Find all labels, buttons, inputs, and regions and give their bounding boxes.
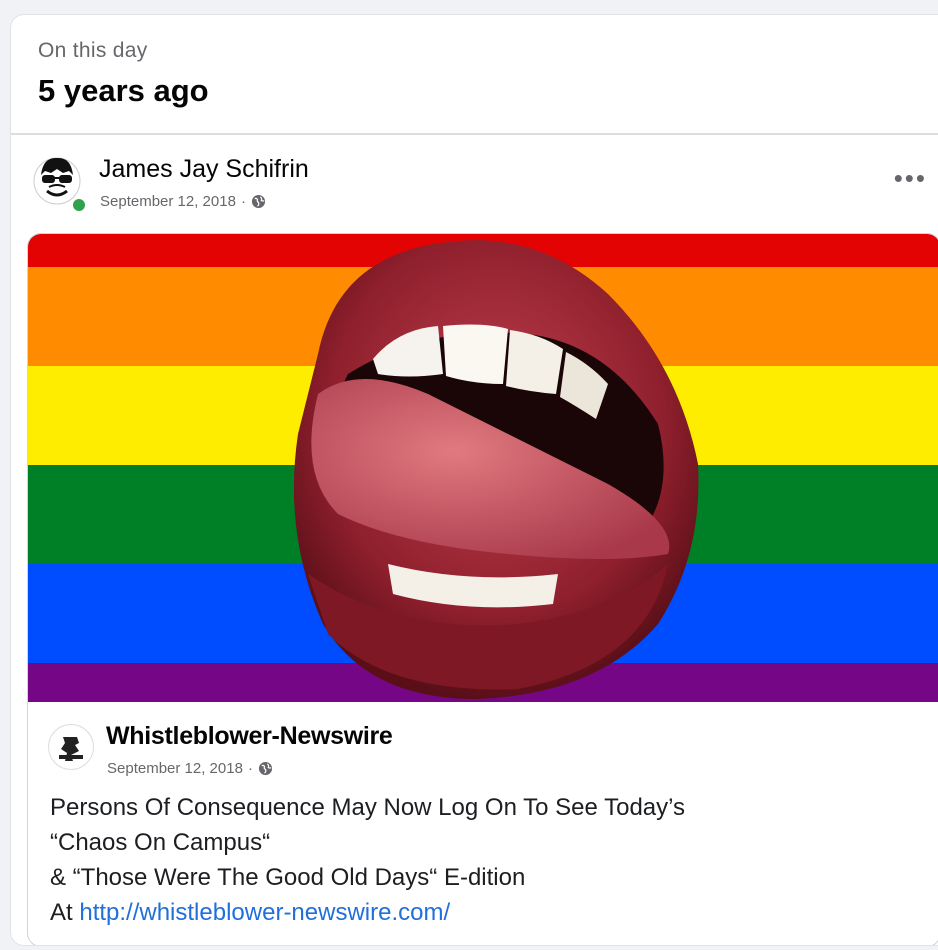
memory-card: On this day 5 years ago James Jay Schifr… bbox=[10, 14, 938, 946]
memory-eyebrow: On this day bbox=[38, 39, 148, 62]
page-avatar[interactable] bbox=[48, 724, 94, 770]
shared-post-meta: September 12, 2018 · bbox=[107, 760, 273, 777]
post-text-line: & “Those Were The Good Old Days“ E-ditio… bbox=[50, 864, 526, 891]
more-options-button[interactable]: ••• bbox=[894, 163, 927, 194]
link-prefix: At bbox=[50, 899, 80, 926]
shared-post-text: Persons Of Consequence May Now Log On To… bbox=[50, 790, 685, 930]
shared-post-date[interactable]: September 12, 2018 bbox=[107, 760, 243, 777]
meta-separator: · bbox=[240, 193, 246, 210]
website-link[interactable]: http://whistleblower-newswire.com/ bbox=[79, 899, 450, 926]
shared-page-name[interactable]: Whistleblower-Newswire bbox=[106, 722, 393, 751]
post-text-line: Persons Of Consequence May Now Log On To… bbox=[50, 794, 686, 821]
post-header: James Jay Schifrin September 12, 2018 · … bbox=[33, 151, 933, 221]
post-link-line: At http://whistleblower-newswire.com/ bbox=[50, 895, 685, 930]
header-divider bbox=[11, 133, 938, 135]
rainbow-flag-image[interactable] bbox=[28, 234, 938, 702]
author-avatar[interactable] bbox=[33, 153, 87, 213]
shared-post[interactable]: Whistleblower-Newswire September 12, 201… bbox=[27, 233, 938, 945]
memory-headline: 5 years ago bbox=[38, 73, 209, 108]
post-date[interactable]: September 12, 2018 bbox=[100, 193, 236, 210]
post-text-line: “Chaos On Campus“ bbox=[50, 829, 271, 856]
memory-header: On this day 5 years ago bbox=[38, 39, 209, 109]
lips-illustration bbox=[293, 240, 699, 700]
post-meta: September 12, 2018 · bbox=[100, 193, 266, 210]
shared-page-header: Whistleblower-Newswire September 12, 201… bbox=[48, 720, 928, 780]
globe-icon[interactable] bbox=[258, 761, 273, 776]
online-status-indicator bbox=[71, 197, 87, 213]
post-author-name[interactable]: James Jay Schifrin bbox=[99, 155, 309, 184]
globe-icon[interactable] bbox=[251, 194, 266, 209]
meta-separator: · bbox=[247, 760, 253, 777]
